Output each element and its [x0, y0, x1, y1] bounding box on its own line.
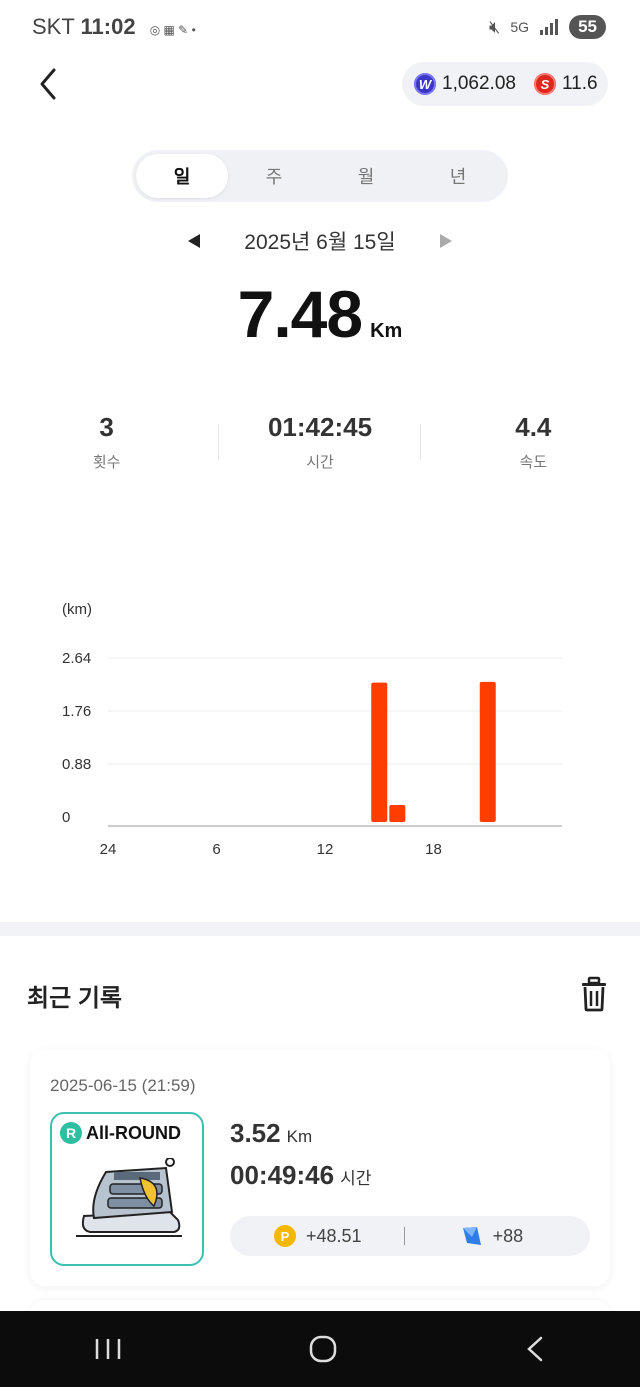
recent-records-title: 최근 기록: [27, 985, 122, 1012]
x-tick-label: 12: [317, 841, 334, 858]
y-tick-label: 2.64: [62, 650, 91, 667]
distance-value: 7.48: [237, 277, 363, 351]
section-divider: [0, 922, 640, 936]
gem-reward-value: +88: [492, 1225, 524, 1246]
date-navigator: 2025년 6월 15일: [0, 226, 640, 256]
gem-reward: +88: [461, 1225, 524, 1247]
rarity-badge: R All-ROUND: [60, 1122, 181, 1144]
w-coin-icon: W: [414, 73, 436, 95]
record-card[interactable]: 2025-06-15 (21:59) R All-ROUND 3.52 Km 00…: [30, 1050, 610, 1286]
stat-time-label: 시간: [306, 454, 334, 471]
mute-icon: 🔇︎: [489, 16, 501, 37]
x-tick-label: 24: [100, 841, 117, 858]
record-distance: 3.52 Km: [230, 1118, 312, 1149]
stat-count-value: 3: [99, 412, 114, 442]
point-reward: P +48.51: [274, 1225, 362, 1247]
y-tick-label: 0: [62, 809, 70, 826]
clock: 11:02: [80, 14, 136, 39]
stat-speed-value: 4.4: [515, 412, 552, 442]
balance-primary: 1,062.08: [442, 73, 516, 94]
shoe-thumbnail: R All-ROUND: [50, 1112, 204, 1266]
record-date: 2025-06-15 (21:59): [50, 1076, 196, 1095]
recent-apps-icon[interactable]: [93, 1337, 123, 1361]
sneaker-icon: [76, 1158, 182, 1237]
record-duration: 00:49:46 시간: [230, 1160, 371, 1191]
stat-time-value: 01:42:45: [267, 412, 373, 442]
signal-icon: [540, 19, 559, 35]
system-nav-bar: [0, 1311, 640, 1387]
next-date-icon[interactable]: [439, 234, 452, 248]
distance-bar-chart: (km) 0 0.88 1.76 2.64 24 6 12 18: [62, 601, 562, 858]
stat-count: 3 횟수: [0, 412, 213, 472]
prev-date-icon[interactable]: [188, 234, 201, 248]
s-coin-icon: S: [533, 73, 556, 95]
chevron-left-icon: [40, 68, 56, 100]
reward-summary: P +48.51 +88: [230, 1216, 590, 1256]
tab-year[interactable]: 년: [412, 154, 504, 198]
reward-divider: [403, 1227, 405, 1245]
stat-speed: 4.4 속도: [427, 412, 640, 472]
x-tick-label: 6: [212, 841, 220, 858]
balance-secondary: 11.6: [561, 73, 598, 94]
y-tick-label: 1.76: [62, 703, 91, 720]
bar: [389, 804, 406, 822]
status-bar-right: 🔇︎ 5G 55: [489, 15, 606, 39]
blue-gem-icon: [462, 1227, 481, 1245]
delete-button[interactable]: [578, 976, 610, 1012]
total-distance: 7.48 Km: [0, 276, 640, 352]
record-duration-unit: 시간: [340, 1169, 372, 1188]
record-distance-unit: Km: [286, 1127, 313, 1146]
point-coin-icon: P: [274, 1225, 296, 1247]
stat-time: 01:42:45 시간: [213, 412, 426, 472]
stat-divider: [420, 424, 421, 460]
point-reward-value: +48.51: [306, 1225, 362, 1246]
bar: [371, 682, 388, 822]
y-axis-label: (km): [62, 601, 92, 618]
period-tabs: 일 주 월 년: [132, 150, 508, 202]
current-date: 2025년 6월 15일: [244, 231, 396, 254]
stat-divider: [218, 424, 219, 460]
tab-month[interactable]: 월: [320, 154, 412, 198]
balance-pill[interactable]: W 1,062.08 S 11.6: [402, 62, 608, 106]
tab-day[interactable]: 일: [136, 154, 228, 198]
carrier: SKT: [32, 14, 75, 39]
stat-speed-label: 속도: [519, 454, 548, 471]
back-button[interactable]: [30, 62, 70, 106]
rarity-letter: R: [60, 1122, 82, 1144]
network-type: 5G: [510, 19, 530, 35]
bar: [479, 681, 496, 822]
home-icon[interactable]: [308, 1334, 338, 1364]
battery-indicator: 55: [569, 15, 606, 39]
status-bar-left: SKT 11:02 ◎ ▦ ✎ •: [32, 14, 196, 40]
distance-unit: Km: [370, 320, 403, 342]
shoe-type: All-ROUND: [86, 1122, 181, 1143]
back-nav-icon[interactable]: [523, 1335, 547, 1363]
notification-icons: ◎ ▦ ✎ •: [149, 23, 196, 37]
trash-icon: [582, 976, 606, 1012]
stat-count-label: 횟수: [92, 454, 121, 471]
record-duration-value: 00:49:46: [230, 1160, 335, 1190]
y-tick-label: 0.88: [62, 756, 91, 773]
stats-row: 3 횟수 01:42:45 시간 4.4 속도: [0, 412, 640, 472]
record-distance-value: 3.52: [230, 1118, 281, 1148]
x-tick-label: 18: [425, 841, 442, 858]
tab-week[interactable]: 주: [228, 154, 320, 198]
